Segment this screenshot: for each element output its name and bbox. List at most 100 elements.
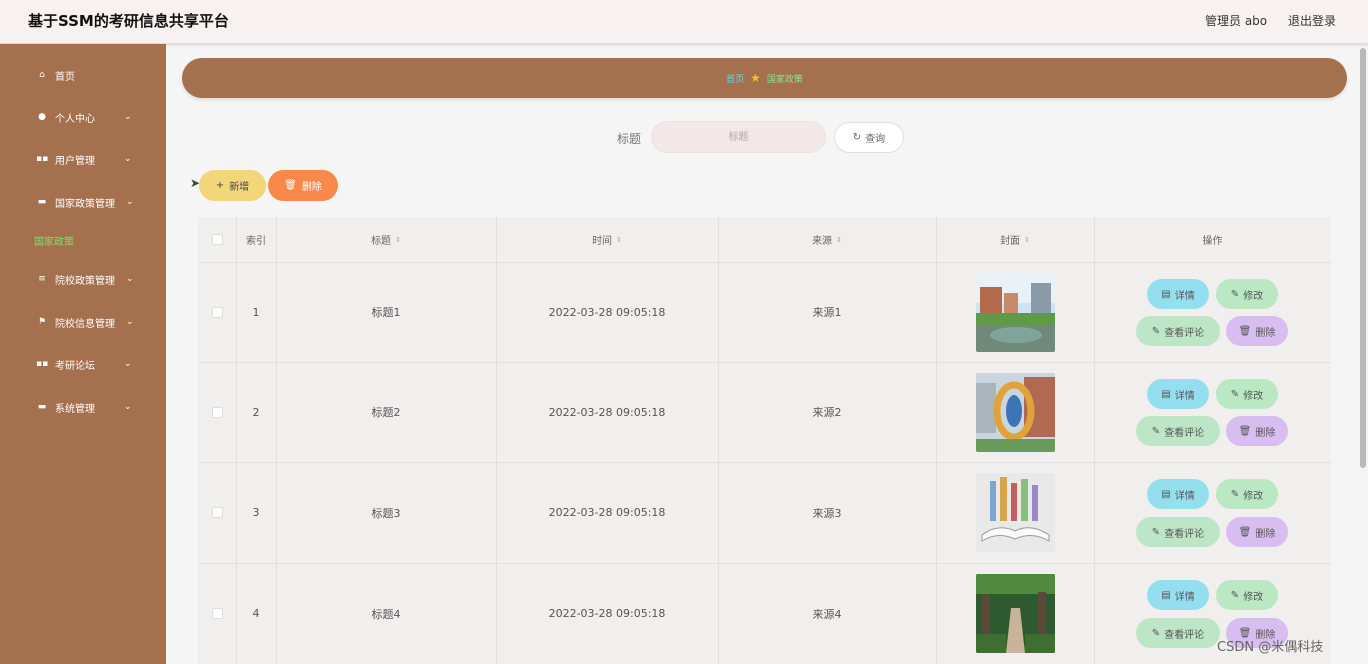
sidebar-item-national-policy[interactable]: ▬ 国家政策管理 ⌄ <box>0 187 166 217</box>
breadcrumb-home[interactable]: 首页 <box>726 72 744 85</box>
sculpture-image <box>975 372 1055 452</box>
pencil-icon: ✎ <box>1230 488 1240 500</box>
sidebar-item-system[interactable]: ▬ 系统管理 ⌄ <box>0 392 166 422</box>
trash-icon: 🗑 <box>1238 325 1252 337</box>
breadcrumb-current: 国家政策 <box>766 74 803 85</box>
row-checkbox[interactable] <box>211 406 223 418</box>
sidebar-item-label: 院校政策管理 <box>55 275 115 287</box>
cell-index: 4 <box>252 607 260 620</box>
document-icon: ▤ <box>1161 388 1171 400</box>
row-delete-label: 删除 <box>1255 528 1276 540</box>
grid-icon: ▪▪ <box>36 359 49 369</box>
edit-button[interactable]: ✎ 修改 <box>1216 479 1278 509</box>
trash-icon: 🗑 <box>1238 425 1252 437</box>
view-comments-button[interactable]: ✎ 查看评论 <box>1136 416 1220 446</box>
chevron-down-icon: ⌄ <box>126 274 134 284</box>
add-button-label: 新增 <box>229 182 250 193</box>
star-icon: ★ <box>750 71 761 85</box>
column-header-label: 封面 <box>1000 236 1021 247</box>
pencil-icon: ✎ <box>1151 526 1161 538</box>
cell-title: 标题1 <box>371 306 401 319</box>
tree-path-image <box>975 574 1055 653</box>
detail-button[interactable]: ▤ 详情 <box>1147 479 1209 509</box>
edit-button[interactable]: ✎ 修改 <box>1216 279 1278 309</box>
cell-index: 2 <box>252 405 260 419</box>
cell-index: 3 <box>252 506 260 519</box>
sidebar-item-home[interactable]: ⌂ 首页 <box>0 60 166 90</box>
column-header-actions: 操作 <box>1202 236 1223 247</box>
view-comments-button[interactable]: ✎ 查看评论 <box>1136 517 1220 547</box>
row-checkbox[interactable] <box>211 306 223 318</box>
column-header-time[interactable]: 时间 ⇕ <box>496 217 718 262</box>
column-header-title[interactable]: 标题 ⇕ <box>276 217 496 262</box>
sidebar-item-users[interactable]: ▪▪ 用户管理 ⌄ <box>0 144 166 174</box>
column-header-source[interactable]: 来源 ⇕ <box>718 217 936 262</box>
chevron-down-icon: ⌄ <box>126 317 134 327</box>
cell-time: 2022-03-28 09:05:18 <box>548 405 666 419</box>
sidebar-subitem-national-policy[interactable]: 国家政策 <box>34 233 74 248</box>
detail-button[interactable]: ▤ 详情 <box>1147 580 1209 610</box>
document-icon: ▤ <box>1161 589 1171 601</box>
select-all-checkbox[interactable] <box>211 234 223 245</box>
row-delete-button[interactable]: 🗑 删除 <box>1226 517 1288 547</box>
table-header: 索引 标题 ⇕ 时间 ⇕ 来源 ⇕ 封面 ⇕ 操作 <box>198 217 1331 262</box>
detail-button[interactable]: ▤ 详情 <box>1147 279 1209 309</box>
cell-index: 1 <box>252 305 260 319</box>
row-delete-label: 删除 <box>1255 327 1276 339</box>
sidebar-item-school-policy[interactable]: ≡ 院校政策管理 ⌄ <box>0 264 166 294</box>
sort-icon: ⇕ <box>836 235 842 244</box>
trash-icon: 🗑 <box>284 180 297 191</box>
view-comments-button[interactable]: ✎ 查看评论 <box>1136 316 1220 346</box>
page-scrollbar[interactable] <box>1360 48 1366 468</box>
refresh-icon: ↻ <box>852 132 862 143</box>
edit-label: 修改 <box>1243 591 1264 603</box>
open-book-image <box>975 473 1055 552</box>
comments-label: 查看评论 <box>1164 629 1205 641</box>
add-button[interactable]: + 新增 <box>199 170 266 201</box>
column-header-label: 标题 <box>371 236 392 247</box>
data-table: 索引 标题 ⇕ 时间 ⇕ 来源 ⇕ 封面 ⇕ 操作 1 标题1 2022-03-28 0… <box>198 217 1331 664</box>
document-icon: ▤ <box>1161 488 1171 500</box>
sort-icon: ⇕ <box>1024 235 1030 244</box>
row-delete-button[interactable]: 🗑 删除 <box>1226 316 1288 346</box>
cell-time: 2022-03-28 09:05:18 <box>548 506 666 519</box>
column-header-label: 时间 <box>592 236 613 247</box>
pencil-icon: ✎ <box>1151 425 1161 437</box>
view-comments-button[interactable]: ✎ 查看评论 <box>1136 618 1220 648</box>
search-input[interactable] <box>651 121 826 153</box>
edit-button[interactable]: ✎ 修改 <box>1216 379 1278 409</box>
sort-icon: ⇕ <box>616 235 622 244</box>
row-delete-button[interactable]: 🗑 删除 <box>1226 416 1288 446</box>
sidebar-item-forum[interactable]: ▪▪ 考研论坛 ⌄ <box>0 349 166 379</box>
row-checkbox[interactable] <box>211 608 223 619</box>
table-row: 3 标题3 2022-03-28 09:05:18 来源3 ▤ 详情 ✎ 修改 ✎ 查… <box>198 462 1331 563</box>
plus-icon: + <box>215 180 225 191</box>
search-button-label: 查询 <box>865 134 886 145</box>
logout-link[interactable]: 退出登录 <box>1288 12 1336 29</box>
column-header-cover[interactable]: 封面 ⇕ <box>936 217 1094 262</box>
chevron-down-icon: ⌄ <box>124 402 132 412</box>
sidebar-item-profile[interactable]: ● 个人中心 ⌄ <box>0 102 166 132</box>
chat-icon: ▬ <box>37 402 47 412</box>
edit-button[interactable]: ✎ 修改 <box>1216 580 1278 610</box>
detail-label: 详情 <box>1174 591 1195 603</box>
campus-lake-image <box>975 272 1055 352</box>
detail-button[interactable]: ▤ 详情 <box>1147 379 1209 409</box>
trash-icon: 🗑 <box>1238 526 1252 538</box>
grid-icon: ▪▪ <box>36 154 49 164</box>
monitor-icon: ▬ <box>37 197 47 207</box>
flag-icon: ⚑ <box>37 317 47 327</box>
chevron-down-icon: ⌄ <box>124 359 132 369</box>
search-button[interactable]: ↻ 查询 <box>834 122 904 153</box>
user-icon: ● <box>38 112 46 122</box>
cell-time: 2022-03-28 09:05:18 <box>548 305 666 319</box>
delete-button[interactable]: 🗑 删除 <box>268 170 338 201</box>
cell-source: 来源3 <box>812 506 842 520</box>
row-checkbox[interactable] <box>211 507 223 518</box>
chevron-down-icon: ⌄ <box>124 154 132 164</box>
sidebar-item-school-info[interactable]: ⚑ 院校信息管理 ⌄ <box>0 307 166 337</box>
sidebar-item-label: 系统管理 <box>55 403 95 415</box>
admin-user-label: 管理员 abo <box>1205 14 1268 28</box>
table-row: 1 标题1 2022-03-28 09:05:18 来源1 ▤ 详情 ✎ 修改 ✎ 查… <box>198 262 1331 362</box>
chevron-down-icon: ⌄ <box>124 112 132 122</box>
